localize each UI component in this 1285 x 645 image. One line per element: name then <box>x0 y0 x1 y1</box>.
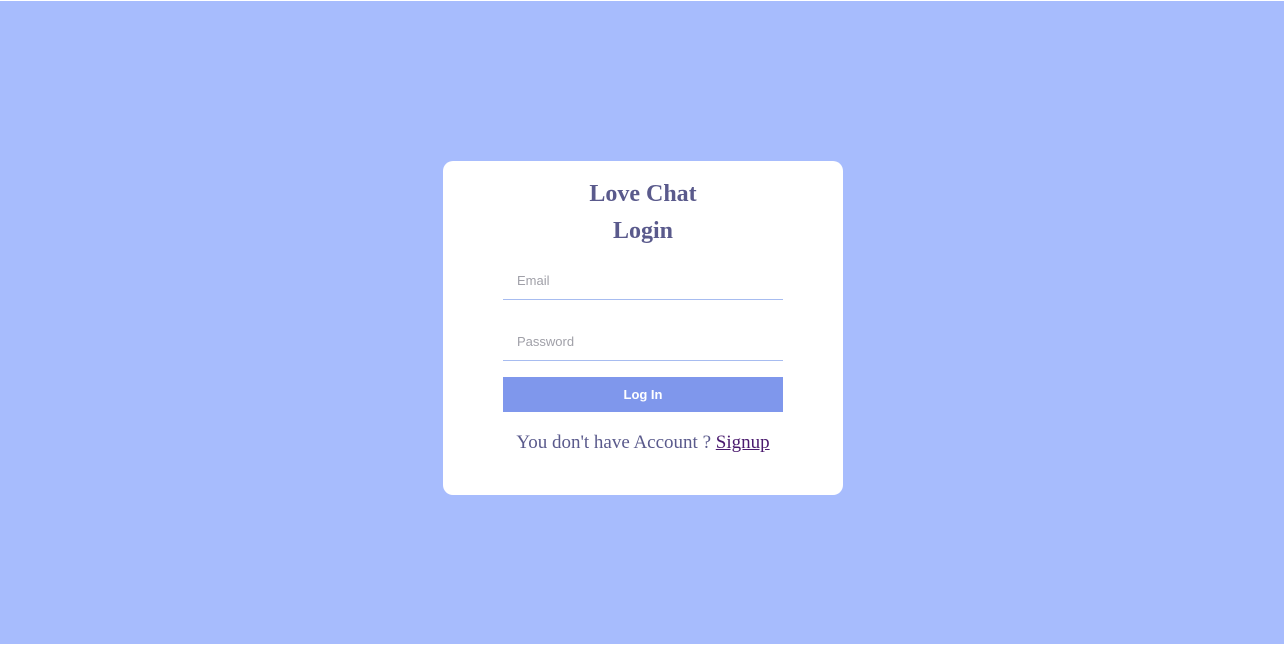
signup-prompt-text: You don't have Account ? <box>516 432 716 453</box>
form-title: Login <box>612 218 674 244</box>
signup-prompt: You don't have Account ? Signup <box>443 431 843 455</box>
email-field[interactable] <box>503 262 783 300</box>
password-field[interactable] <box>503 323 783 361</box>
login-button[interactable]: Log In <box>503 377 783 412</box>
app-title: Love Chat <box>589 181 697 207</box>
signup-link[interactable]: Signup <box>716 432 770 453</box>
login-card: Love Chat Login Log In You don't have Ac… <box>443 161 843 495</box>
